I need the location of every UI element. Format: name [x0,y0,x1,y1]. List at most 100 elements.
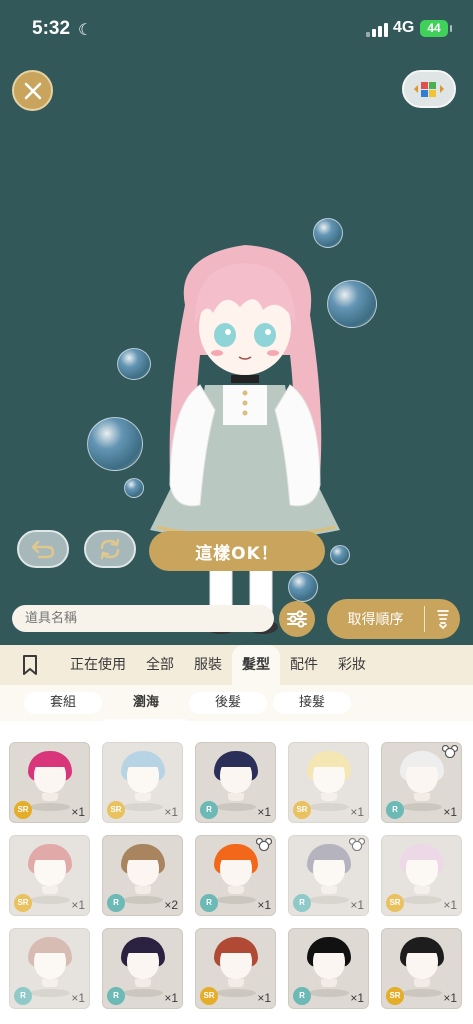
hair-item[interactable]: SR ×1 [381,928,462,1009]
tab-in-use[interactable]: 正在使用 [60,645,136,685]
search-row: 取得順序 [0,595,473,645]
fringe-preview [32,846,68,860]
status-bar: 5:32 ☾ 4G 44 [0,0,473,60]
battery-icon: 44 [420,20,452,37]
stand-shadow [402,803,442,811]
hair-item[interactable]: SR ×1 [288,742,369,823]
signal-icon [366,23,388,37]
subtab-extensions[interactable]: 接髮 [273,692,351,714]
tab-makeup[interactable]: 彩妝 [328,645,376,685]
item-quantity: ×1 [257,991,271,1005]
rarity-badge: R [386,801,404,819]
stand-shadow [30,803,70,811]
bubble-decoration [124,478,144,498]
mannequin-neck [42,979,58,987]
mannequin-neck [135,886,151,894]
hair-item[interactable]: R ×1 [288,928,369,1009]
undo-button[interactable] [17,530,69,568]
tab-all[interactable]: 全部 [136,645,184,685]
rarity-badge: R [293,894,311,912]
rarity-badge: R [107,894,125,912]
item-quantity: ×1 [443,898,457,912]
item-quantity: ×1 [443,991,457,1005]
hair-item[interactable]: SR ×1 [381,835,462,916]
bookmark-icon [23,655,37,675]
subtab-set[interactable]: 套組 [24,692,102,714]
color-palette-button[interactable] [402,70,456,108]
hair-item[interactable]: SR ×1 [9,835,90,916]
sort-order-label: 取得順序 [347,612,404,628]
item-grid: SR ×1 SR ×1 R ×1 SR ×1 R ×1 SR ×1 R ×2 R ×1 R ×1 SR ×1 R ×1 R ×… [0,721,473,1024]
rarity-badge: SR [107,801,125,819]
category-tab-bar: 正在使用 全部 服裝 髮型 配件 彩妝 [0,645,473,685]
hair-item[interactable]: R ×1 [195,835,276,916]
stand-shadow [123,896,163,904]
mannequin-neck [135,793,151,801]
hair-item[interactable]: R ×1 [288,835,369,916]
subtab-bangs[interactable]: 瀏海 [107,692,185,714]
hair-item[interactable]: SR ×1 [9,742,90,823]
mannequin-neck [414,886,430,894]
tab-clothing[interactable]: 服裝 [184,645,232,685]
clock: 5:32 [32,18,71,39]
rarity-badge: SR [293,801,311,819]
filter-button[interactable] [279,601,315,637]
item-name-search-input[interactable] [12,605,274,632]
bear-icon [442,745,458,758]
subcategory-tab-bar: 套組 瀏海 後髮 接髮 [0,685,473,721]
stand-shadow [402,896,442,904]
rarity-badge: R [200,894,218,912]
sort-order-button[interactable]: 取得順序 [327,599,460,639]
hair-item[interactable]: R ×2 [102,835,183,916]
hair-item[interactable]: R ×1 [381,742,462,823]
item-quantity: ×1 [257,898,271,912]
bear-icon [256,838,272,851]
fringe-preview [218,846,254,860]
fringe-preview [404,753,440,767]
item-quantity: ×1 [350,805,364,819]
hair-item[interactable]: R ×1 [195,742,276,823]
battery-level: 44 [427,21,441,35]
item-quantity: ×2 [164,898,178,912]
fringe-preview [404,846,440,860]
hair-item[interactable]: R ×1 [9,928,90,1009]
stand-shadow [216,896,256,904]
stand-shadow [309,803,349,811]
sort-descending-icon [425,608,460,630]
palette-icon [414,82,444,97]
rarity-badge: SR [14,801,32,819]
fringe-preview [311,939,347,953]
stand-shadow [123,803,163,811]
confirm-button[interactable]: 這樣OK！ [149,531,325,571]
stand-shadow [216,989,256,997]
avatar-character [150,245,340,634]
stand-shadow [123,989,163,997]
mannequin-neck [228,793,244,801]
mannequin-neck [321,793,337,801]
rarity-badge: R [107,987,125,1005]
item-quantity: ×1 [257,805,271,819]
bookmark-tab[interactable] [0,654,60,676]
bubble-decoration [87,417,143,471]
moon-icon: ☾ [78,20,93,39]
subtab-back-hair[interactable]: 後髮 [189,692,267,714]
fringe-preview [311,846,347,860]
item-quantity: ×1 [71,991,85,1005]
mannequin-neck [321,886,337,894]
hair-item[interactable]: SR ×1 [195,928,276,1009]
item-quantity: ×1 [164,991,178,1005]
mannequin-neck [42,793,58,801]
character-stage [0,130,473,650]
tab-accessories[interactable]: 配件 [280,645,328,685]
stand-shadow [30,989,70,997]
sliders-icon [287,610,307,628]
reset-button[interactable] [84,530,136,568]
close-button[interactable] [12,70,53,111]
item-quantity: ×1 [71,898,85,912]
rarity-badge: R [293,987,311,1005]
hair-item[interactable]: SR ×1 [102,742,183,823]
tab-hairstyle[interactable]: 髮型 [232,645,280,685]
item-quantity: ×1 [350,898,364,912]
stand-shadow [216,803,256,811]
hair-item[interactable]: R ×1 [102,928,183,1009]
